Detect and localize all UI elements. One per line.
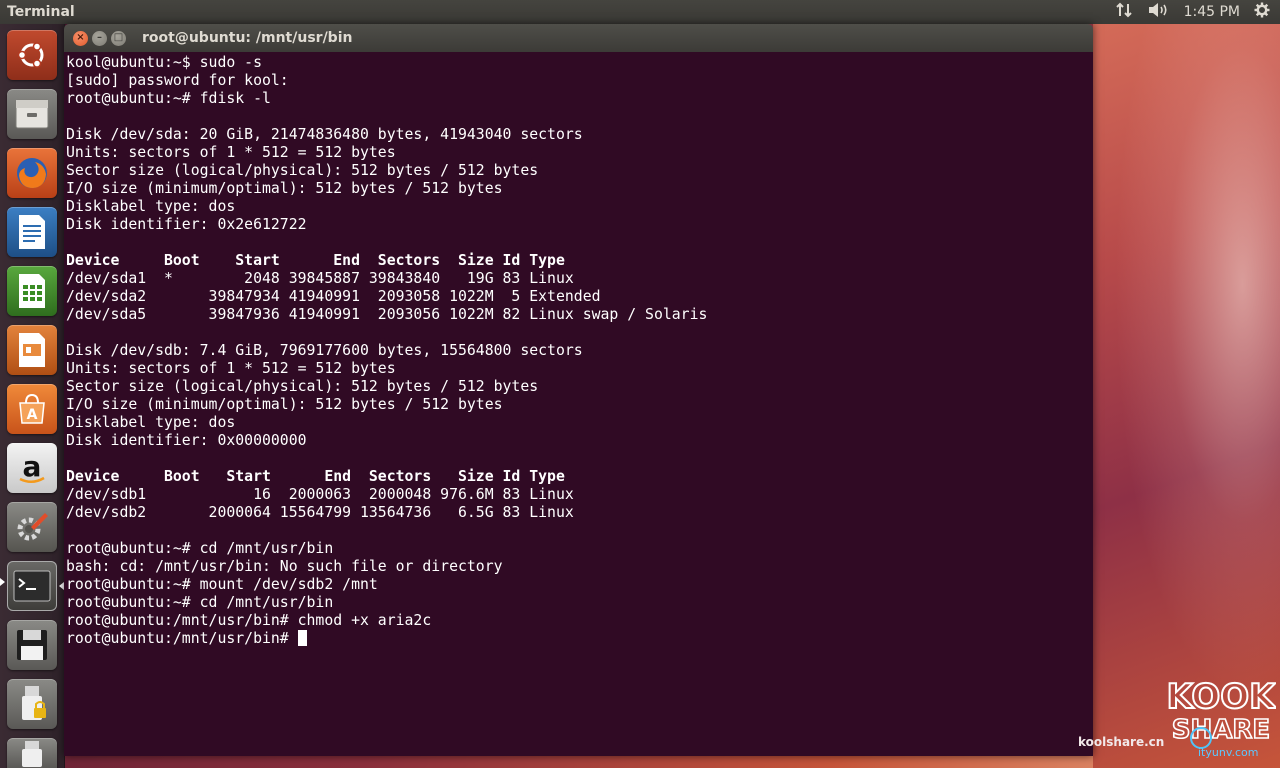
close-icon: × <box>76 32 85 43</box>
terminal-line: Device Boot Start End Sectors Size Id Ty… <box>66 252 565 269</box>
amazon-icon[interactable]: a <box>7 443 57 493</box>
svg-text:A: A <box>27 407 38 423</box>
terminal-line: root@ubuntu:~# fdisk -l <box>66 90 271 107</box>
minimize-button[interactable]: – <box>92 30 107 46</box>
terminal-line: Disk identifier: 0x2e612722 <box>66 216 307 233</box>
watermark-site-text: koolshare.cn <box>1078 735 1165 749</box>
terminal-line: /dev/sdb1 16 2000063 2000048 976.6M 83 L… <box>66 486 574 503</box>
terminal-line: kool@ubuntu:~$ sudo -s <box>66 54 262 71</box>
terminal-window: × – □ root@ubuntu: /mnt/usr/bin kool@ubu… <box>64 24 1093 756</box>
desktop-wallpaper <box>1093 24 1280 768</box>
top-panel: Terminal 1:45 PM <box>0 0 1280 24</box>
terminal-line: Units: sectors of 1 * 512 = 512 bytes <box>66 360 396 377</box>
ubuntu-dash-icon[interactable] <box>7 30 57 80</box>
terminal-line: Disk /dev/sdb: 7.4 GiB, 7969177600 bytes… <box>66 342 583 359</box>
terminal-line: root@ubuntu:~# mount /dev/sdb2 /mnt <box>66 576 378 593</box>
gear-icon[interactable] <box>1254 2 1270 22</box>
window-titlebar[interactable]: × – □ root@ubuntu: /mnt/usr/bin <box>64 24 1093 52</box>
koolshare-logo-icon: KOOK SHARE <box>1166 676 1276 749</box>
usb-drive-icon[interactable] <box>7 679 57 729</box>
network-updown-icon[interactable] <box>1115 2 1134 22</box>
terminal-line: /dev/sdb2 2000064 15564799 13564736 6.5G… <box>66 504 574 521</box>
terminal-line: Device Boot Start End Sectors Size Id Ty… <box>66 468 565 485</box>
text-cursor <box>297 630 307 646</box>
terminal-line: Units: sectors of 1 * 512 = 512 bytes <box>66 144 396 161</box>
terminal-line: root@ubuntu:/mnt/usr/bin# <box>66 630 1093 648</box>
terminal-line: [sudo] password for kool: <box>66 72 289 89</box>
clock-label[interactable]: 1:45 PM <box>1184 4 1240 20</box>
terminal-line: root@ubuntu:/mnt/usr/bin# chmod +x aria2… <box>66 612 432 629</box>
indicator-area: 1:45 PM <box>1115 2 1270 22</box>
terminal-line: root@ubuntu:~# cd /mnt/usr/bin <box>66 540 334 557</box>
terminal-line: Disklabel type: dos <box>66 198 236 215</box>
software-center-icon[interactable]: A <box>7 384 57 434</box>
terminal-output[interactable]: kool@ubuntu:~$ sudo -s [sudo] password fo… <box>64 52 1093 756</box>
active-app-title: Terminal <box>7 4 75 20</box>
svg-text:KOOK: KOOK <box>1167 677 1276 717</box>
svg-text:SHARE: SHARE <box>1172 715 1270 745</box>
save-disk-icon[interactable] <box>7 620 57 670</box>
terminal-line: I/O size (minimum/optimal): 512 bytes / … <box>66 180 503 197</box>
libreoffice-writer-icon[interactable] <box>7 207 57 257</box>
terminal-line: root@ubuntu:~# cd /mnt/usr/bin <box>66 594 334 611</box>
libreoffice-impress-icon[interactable] <box>7 325 57 375</box>
terminal-line: bash: cd: /mnt/usr/bin: No such file or … <box>66 558 503 575</box>
usb-drive-icon[interactable] <box>7 738 57 768</box>
terminal-icon[interactable] <box>7 561 57 611</box>
libreoffice-calc-icon[interactable] <box>7 266 57 316</box>
terminal-line: Disklabel type: dos <box>66 414 236 431</box>
system-settings-icon[interactable] <box>7 502 57 552</box>
terminal-line: Disk identifier: 0x00000000 <box>66 432 307 449</box>
watermark: koolshare.cn KOOK SHARE ityunv.com <box>1076 676 1276 766</box>
terminal-line: /dev/sda1 * 2048 39845887 39843840 19G 8… <box>66 270 574 287</box>
terminal-line: Disk /dev/sda: 20 GiB, 21474836480 bytes… <box>66 126 583 143</box>
watermark-site2-text: ityunv.com <box>1198 746 1259 759</box>
files-icon[interactable] <box>7 89 57 139</box>
launcher: A a <box>0 24 65 768</box>
close-button[interactable]: × <box>73 30 88 46</box>
terminal-line: Sector size (logical/physical): 512 byte… <box>66 162 539 179</box>
svg-text:a: a <box>23 450 42 483</box>
maximize-icon: □ <box>113 32 124 43</box>
terminal-line: /dev/sda5 39847936 41940991 2093056 1022… <box>66 306 708 323</box>
minimize-icon: – <box>97 32 102 43</box>
window-title: root@ubuntu: /mnt/usr/bin <box>142 30 353 46</box>
firefox-icon[interactable] <box>7 148 57 198</box>
maximize-button[interactable]: □ <box>111 30 126 46</box>
terminal-line: I/O size (minimum/optimal): 512 bytes / … <box>66 396 503 413</box>
terminal-line: /dev/sda2 39847934 41940991 2093058 1022… <box>66 288 601 305</box>
launcher-running-indicator <box>0 578 5 586</box>
terminal-line: Sector size (logical/physical): 512 byte… <box>66 378 539 395</box>
volume-icon[interactable] <box>1148 2 1170 22</box>
